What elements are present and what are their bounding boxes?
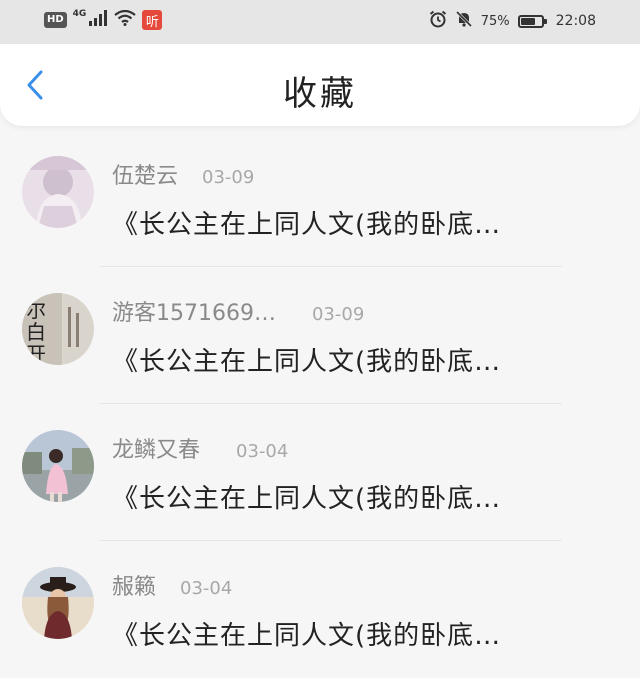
- author-name: 龙鳞又春: [112, 438, 201, 463]
- item-snippet: 《长公主在上同人文(我的卧底…: [112, 347, 502, 377]
- mute-icon: [455, 10, 473, 32]
- favorites-list: 伍楚云 03-09 《长公主在上同人文(我的卧底… 尔 白 开 游客157166…: [0, 130, 640, 678]
- status-bar-left: HD 4G 听: [44, 9, 163, 30]
- item-date: 03-09: [202, 167, 255, 188]
- avatar[interactable]: 尔 白 开: [22, 293, 94, 365]
- item-date: 03-09: [311, 304, 365, 325]
- hd-badge: HD: [44, 12, 67, 28]
- app-header: 收藏: [0, 44, 640, 126]
- wifi-icon: [114, 9, 137, 30]
- author-name: 伍楚云: [112, 164, 179, 189]
- item-meta: 龙鳞又春 03-04: [112, 432, 288, 464]
- listen-app-icon: 听: [142, 10, 163, 30]
- avatar[interactable]: [22, 430, 94, 502]
- item-snippet: 《长公主在上同人文(我的卧底…: [112, 621, 502, 651]
- list-item[interactable]: 尔 白 开 游客1571669… 03-09 《长公主在上同人文(我的卧底…: [0, 267, 640, 404]
- author-name: 游客1571669…: [112, 301, 276, 326]
- item-meta: 游客1571669… 03-09: [112, 295, 364, 327]
- avatar[interactable]: [22, 156, 94, 228]
- svg-text:尔: 尔: [26, 298, 46, 322]
- page-title: 收藏: [283, 74, 357, 114]
- author-name: 赧籁: [112, 575, 157, 600]
- battery-icon: [517, 14, 547, 28]
- svg-text:开: 开: [26, 342, 46, 365]
- status-bar-right: 75% 22:08: [429, 10, 596, 32]
- network-type-label: 4G: [72, 9, 87, 19]
- list-item[interactable]: 龙鳞又春 03-04 《长公主在上同人文(我的卧底…: [0, 404, 640, 541]
- avatar[interactable]: [22, 567, 94, 639]
- status-bar: HD 4G 听 75% 22:08: [0, 0, 640, 44]
- item-meta: 赧籁 03-04: [112, 569, 232, 601]
- battery-percent: 75%: [480, 13, 510, 29]
- list-item[interactable]: 赧籁 03-04 《长公主在上同人文(我的卧底…: [0, 541, 640, 678]
- signal-icon: [88, 10, 108, 30]
- status-time: 22:08: [555, 13, 596, 29]
- list-item[interactable]: 伍楚云 03-09 《长公主在上同人文(我的卧底…: [0, 130, 640, 267]
- battery-level: [520, 17, 536, 25]
- item-date: 03-04: [180, 578, 233, 599]
- item-snippet: 《长公主在上同人文(我的卧底…: [112, 210, 502, 240]
- svg-text:白: 白: [26, 320, 46, 344]
- item-meta: 伍楚云 03-09: [112, 158, 254, 190]
- item-snippet: 《长公主在上同人文(我的卧底…: [112, 484, 502, 514]
- alarm-icon: [429, 10, 447, 32]
- item-date: 03-04: [236, 441, 289, 462]
